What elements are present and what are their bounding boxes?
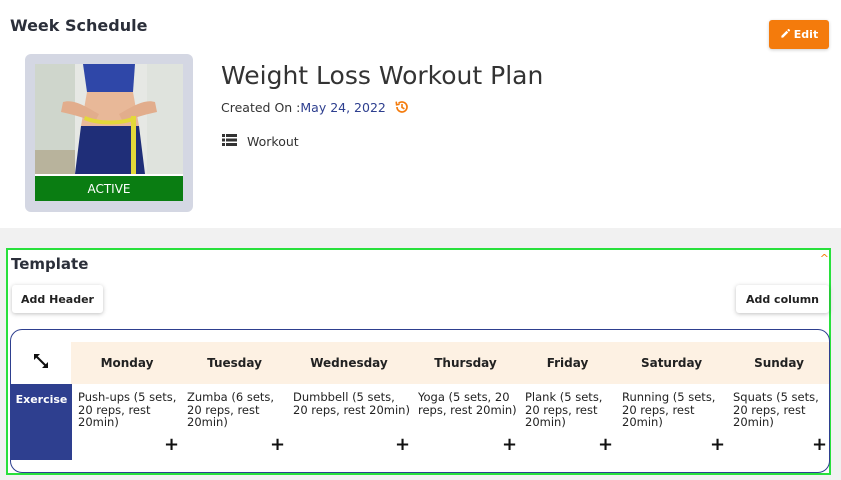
created-label: Created On : (221, 99, 301, 115)
template-section: Template ^ Add Header Add column Monday … (6, 248, 831, 475)
edit-button[interactable]: Edit (769, 20, 829, 49)
created-date: May 24, 2022 (300, 99, 386, 115)
day-header: Wednesday (310, 356, 388, 370)
corner-cell (11, 342, 71, 384)
category-label: Workout (247, 134, 299, 149)
plan-image (35, 64, 183, 174)
status-badge: ACTIVE (35, 174, 183, 201)
add-item-icon[interactable]: + (710, 436, 725, 454)
schedule-grid: Monday Tuesday Wednesday Thursday Friday… (10, 329, 830, 473)
day-header: Saturday (640, 356, 703, 370)
day-header: Friday (546, 356, 589, 370)
plan-summary-card: Week Schedule Edit ACTIVE Weight Loss Wo… (0, 0, 841, 228)
day-header: Tuesday (207, 356, 262, 370)
add-item-icon[interactable]: + (598, 436, 613, 454)
plan-title: Weight Loss Workout Plan (221, 61, 544, 90)
day-header: Thursday (434, 356, 497, 370)
day-header: Monday (100, 356, 154, 370)
add-item-icon[interactable]: + (502, 436, 517, 454)
add-item-icon[interactable]: + (164, 436, 179, 454)
history-icon[interactable] (394, 99, 410, 115)
list-icon (222, 134, 237, 149)
schedule-cell[interactable]: Zumba (6 sets, 20 reps, rest 20min) (187, 384, 283, 460)
template-title: Template (11, 255, 89, 273)
add-item-icon[interactable]: + (395, 436, 410, 454)
created-row: Created On : May 24, 2022 (221, 99, 410, 115)
add-item-icon[interactable]: + (812, 436, 827, 454)
edit-label: Edit (793, 28, 819, 41)
add-item-icon[interactable]: + (270, 436, 285, 454)
day-header: Sunday (754, 356, 804, 370)
resize-arrows-icon[interactable] (32, 352, 50, 374)
category-row: Workout (222, 134, 299, 149)
page-title: Week Schedule (10, 16, 148, 35)
pencil-icon (780, 28, 791, 42)
chevron-up-icon[interactable]: ^ (820, 252, 829, 265)
row-label: Exercise (11, 384, 72, 460)
add-column-button[interactable]: Add column (736, 285, 829, 313)
add-header-button[interactable]: Add Header (12, 285, 103, 313)
plan-thumbnail: ACTIVE (25, 54, 193, 212)
